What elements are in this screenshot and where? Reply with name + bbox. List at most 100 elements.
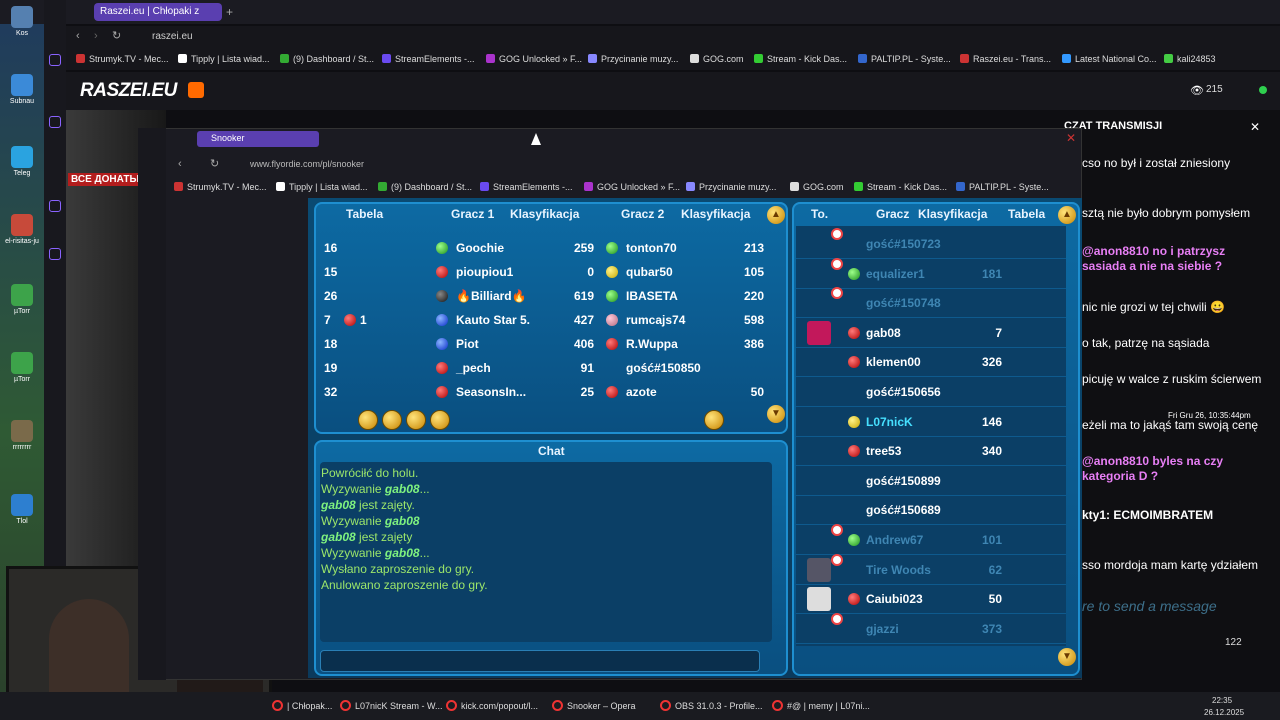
- header-tablecol[interactable]: Tabela: [1008, 207, 1045, 221]
- player-row[interactable]: gab08 7: [796, 319, 1066, 348]
- chat-username[interactable]: gab08: [321, 498, 356, 512]
- bookmark[interactable]: GOG.com: [790, 182, 844, 192]
- bookmark[interactable]: PALTIP.PL - Syste...: [956, 182, 1049, 192]
- outer-address-bar[interactable]: ‹ › ↻ raszei.eu: [66, 26, 1280, 48]
- desktop-icon[interactable]: µTorr: [2, 284, 42, 315]
- header-rank[interactable]: Klasyfikacja: [918, 207, 987, 221]
- player1-name[interactable]: _pech: [456, 361, 491, 375]
- table-row[interactable]: 26 🔥Billiard🔥 619 IBASETA 220: [320, 284, 772, 308]
- sidebar-icon[interactable]: [49, 248, 61, 260]
- bookmark[interactable]: Tipply | Lista wiad...: [178, 54, 270, 64]
- scroll-up-icon[interactable]: ▲: [767, 206, 785, 224]
- player-row[interactable]: gość#150748: [796, 287, 1066, 319]
- url-text[interactable]: raszei.eu: [152, 31, 193, 42]
- table-row[interactable]: 16 Goochie 259 tonton70 213: [320, 236, 772, 260]
- chat-username[interactable]: gab08: [321, 530, 356, 544]
- player-name[interactable]: gość#150689: [866, 503, 941, 517]
- player1-name[interactable]: Piot: [456, 337, 479, 351]
- header-player[interactable]: Gracz: [876, 207, 909, 221]
- sidebar-icon[interactable]: [49, 54, 61, 66]
- player-row[interactable]: gość#150656: [796, 378, 1066, 407]
- header-to[interactable]: To.: [811, 207, 828, 221]
- desktop-icon[interactable]: Tlol: [2, 494, 42, 525]
- table-row[interactable]: 7 1 Kauto Star 5. 427 rumcajs74 598: [320, 308, 772, 332]
- site-badge-icon[interactable]: [188, 82, 204, 98]
- bookmark[interactable]: Raszei.eu - Trans...: [960, 54, 1051, 64]
- sidebar-icon[interactable]: [49, 116, 61, 128]
- bookmark[interactable]: StreamElements -...: [382, 54, 475, 64]
- scroll-down-icon[interactable]: ▼: [767, 405, 785, 423]
- player-name[interactable]: gjazzi: [866, 622, 899, 636]
- inner-reload-icon[interactable]: ↻: [210, 157, 219, 170]
- chat-username[interactable]: gab08: [385, 546, 420, 560]
- player-row[interactable]: tree53 340: [796, 437, 1066, 467]
- inner-active-tab[interactable]: Snooker: [197, 131, 319, 147]
- taskbar-item[interactable]: OBS 31.0.3 - Profile...: [660, 700, 763, 711]
- bookmark[interactable]: Strumyk.TV - Mec...: [174, 182, 267, 192]
- player-row[interactable]: Tire Woods 62: [796, 553, 1066, 585]
- chat-username[interactable]: gab08: [385, 482, 420, 496]
- inner-close-icon[interactable]: ✕: [1066, 131, 1076, 145]
- header-rank2[interactable]: Klasyfikacja: [681, 207, 750, 221]
- player-row[interactable]: klemen00 326: [796, 348, 1066, 378]
- bookmark[interactable]: (9) Dashboard / St...: [280, 54, 374, 64]
- new-tab-icon[interactable]: +: [226, 5, 233, 19]
- bookmark[interactable]: kali24853: [1164, 54, 1216, 64]
- player-name[interactable]: Andrew67: [866, 533, 923, 547]
- header-rank1[interactable]: Klasyfikacja: [510, 207, 579, 221]
- player-row[interactable]: L07nicK 146: [796, 408, 1066, 437]
- player1-name[interactable]: Goochie: [456, 241, 504, 255]
- bookmark[interactable]: PALTIP.PL - Syste...: [858, 54, 951, 64]
- table-row[interactable]: 15 pioupiou1 0 qubar50 105: [320, 260, 772, 284]
- desktop-icon[interactable]: el-risitas-ju: [2, 214, 42, 245]
- inner-back-icon[interactable]: ‹: [178, 158, 182, 170]
- bookmark[interactable]: Przycinanie muzy...: [588, 54, 678, 64]
- taskbar-item[interactable]: L07nicK Stream - W...: [340, 700, 443, 711]
- chat-input[interactable]: re to send a message: [1082, 598, 1217, 614]
- header-player1[interactable]: Gracz 1: [451, 207, 494, 221]
- bookmark[interactable]: GOG Unlocked » F...: [486, 54, 582, 64]
- desktop-icon[interactable]: rrrrrrrr: [2, 420, 42, 451]
- player2-name[interactable]: gość#150850: [626, 361, 701, 375]
- back-icon[interactable]: ‹: [76, 30, 80, 42]
- tools-icon[interactable]: [430, 410, 450, 430]
- bookmark[interactable]: GOG Unlocked » F...: [584, 182, 680, 192]
- reload-icon[interactable]: ↻: [112, 29, 121, 42]
- player-name[interactable]: gość#150656: [866, 385, 941, 399]
- site-logo[interactable]: RASZEI.EU: [80, 80, 177, 102]
- help-icon[interactable]: [358, 410, 378, 430]
- player2-name[interactable]: qubar50: [626, 265, 673, 279]
- table-row[interactable]: 19 _pech 91 gość#150850: [320, 356, 772, 380]
- inner-url-text[interactable]: www.flyordie.com/pl/snooker: [250, 159, 364, 169]
- chat-username[interactable]: gab08: [385, 514, 420, 528]
- player1-name[interactable]: Kauto Star 5.: [456, 313, 530, 327]
- outer-active-tab[interactable]: Raszei.eu | Chłopaki z: [94, 3, 222, 21]
- player-name[interactable]: klemen00: [866, 355, 921, 369]
- list-scroll-down-icon[interactable]: ▼: [1058, 648, 1076, 666]
- player-row[interactable]: Caiubi023 50: [796, 585, 1066, 615]
- taskbar-item[interactable]: kick.com/popout/l...: [446, 700, 538, 711]
- list-scroll-up-icon[interactable]: ▲: [1058, 206, 1076, 224]
- player-name[interactable]: Caiubi023: [866, 592, 923, 606]
- player-name[interactable]: equalizer1: [866, 267, 925, 281]
- bookmark[interactable]: Stream - Kick Das...: [854, 182, 947, 192]
- desktop-icon[interactable]: Subnau: [2, 74, 42, 105]
- close-chat-icon[interactable]: ✕: [1250, 120, 1260, 134]
- taskbar-item[interactable]: Snooker – Opera: [552, 700, 636, 711]
- header-player2[interactable]: Gracz 2: [621, 207, 664, 221]
- player-row[interactable]: gość#150723: [796, 228, 1066, 259]
- bookmark[interactable]: (9) Dashboard / St...: [378, 182, 472, 192]
- player-name[interactable]: tree53: [866, 444, 901, 458]
- forward-icon[interactable]: ›: [94, 30, 98, 42]
- table-row[interactable]: 32 SeasonsIn... 25 azote 50: [320, 380, 772, 404]
- sidebar-icon[interactable]: [49, 200, 61, 212]
- player-name[interactable]: Tire Woods: [866, 563, 931, 577]
- desktop-icon[interactable]: Kos: [2, 6, 42, 37]
- bookmark[interactable]: Stream - Kick Das...: [754, 54, 847, 64]
- player-name[interactable]: L07nicK: [866, 415, 913, 429]
- player2-name[interactable]: R.Wuppa: [626, 337, 678, 351]
- taskbar-item[interactable]: #@ | memy | L07ni...: [772, 700, 870, 711]
- taskbar-item[interactable]: | Chłopak...: [272, 700, 332, 711]
- player-row[interactable]: gość#150899: [796, 467, 1066, 496]
- desktop-icon[interactable]: Teleg: [2, 146, 42, 177]
